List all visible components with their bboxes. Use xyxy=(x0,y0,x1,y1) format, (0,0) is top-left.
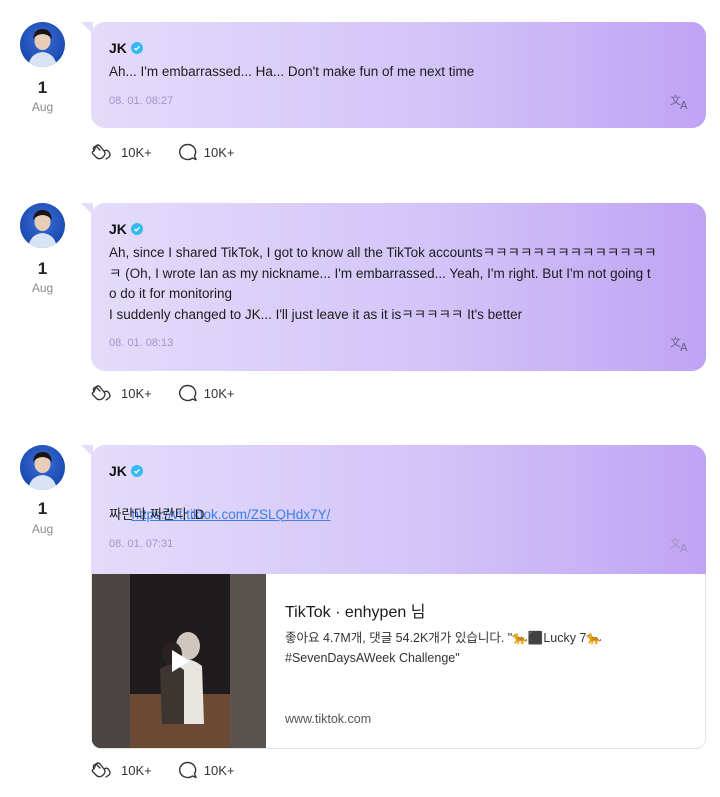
author-name[interactable]: JK xyxy=(109,40,143,56)
post-date-month: Aug xyxy=(31,281,54,295)
card-title: TikTok · enhypen 님 xyxy=(285,604,426,621)
translate-icon[interactable]: 文 A xyxy=(670,334,692,352)
author-label: JK xyxy=(109,221,127,237)
comment-count: 10K+ xyxy=(203,385,235,401)
comment-button[interactable]: 10K+ xyxy=(178,761,235,779)
avatar[interactable] xyxy=(20,445,65,490)
post-date-day: 1 xyxy=(37,499,48,518)
post-3: 1 Aug JK https://vt.tiktok.com/ZSLQHdx7Y… xyxy=(0,445,720,790)
like-button[interactable]: 10K+ xyxy=(91,384,152,402)
card-description: 좋아요 4.7M개, 댓글 54.2K개가 있습니다. "🐆⬛Lucky 7🐆 … xyxy=(285,631,602,665)
post-1: 1 Aug JK Ah... I'm embarrassed... Ha... … xyxy=(0,22,720,172)
translate-icon[interactable]: 文 A xyxy=(670,535,692,553)
message-text: 짜란다 짜란다 :D xyxy=(109,507,205,522)
like-button[interactable]: 10K+ xyxy=(91,143,152,161)
post-date-month: Aug xyxy=(31,100,54,114)
comment-count: 10K+ xyxy=(203,762,235,778)
svg-text:A: A xyxy=(680,542,688,553)
video-thumbnail[interactable] xyxy=(92,574,266,748)
author-name[interactable]: JK xyxy=(109,221,143,237)
message-bubble: JK https://vt.tiktok.com/ZSLQHdx7Y/ 짜란다 … xyxy=(81,445,706,574)
message-bubble: JK Ah... I'm embarrassed... Ha... Don't … xyxy=(81,22,706,128)
comment-button[interactable]: 10K+ xyxy=(178,384,235,402)
like-count: 10K+ xyxy=(121,385,152,401)
like-button[interactable]: 10K+ xyxy=(91,761,152,779)
card-url: www.tiktok.com xyxy=(285,712,372,726)
svg-text:A: A xyxy=(680,99,688,110)
speech-bubble-icon xyxy=(178,761,197,779)
comment-count: 10K+ xyxy=(203,144,235,160)
post-date-day: 1 xyxy=(37,259,48,278)
like-count: 10K+ xyxy=(121,144,152,160)
avatar[interactable] xyxy=(20,203,65,248)
heart-hands-icon xyxy=(91,144,111,160)
message-bubble: JK Ah, since I shared TikTok, I got to k… xyxy=(81,203,706,371)
post-2: 1 Aug JK Ah, since I shared TikTok, I go… xyxy=(0,203,720,408)
message-text: Ah, since I shared TikTok, I got to know… xyxy=(109,245,657,322)
timestamp: 08. 01. 08:13 xyxy=(109,337,174,349)
post-actions: 10K+ 10K+ xyxy=(91,143,234,161)
post-date-month: Aug xyxy=(31,522,54,536)
heart-hands-icon xyxy=(91,762,111,778)
link-preview-card[interactable]: TikTok · enhypen 님 좋아요 4.7M개, 댓글 54.2K개가… xyxy=(91,574,706,749)
verified-badge-icon xyxy=(130,42,143,54)
author-name[interactable]: JK xyxy=(109,463,143,479)
avatar[interactable] xyxy=(20,22,65,67)
timestamp: 08. 01. 07:31 xyxy=(109,538,174,550)
post-actions: 10K+ 10K+ xyxy=(91,761,234,779)
timestamp: 08. 01. 08:27 xyxy=(109,95,174,107)
author-label: JK xyxy=(109,40,127,56)
comment-button[interactable]: 10K+ xyxy=(178,143,235,161)
speech-bubble-icon xyxy=(178,384,197,402)
verified-badge-icon xyxy=(130,465,143,477)
post-actions: 10K+ 10K+ xyxy=(91,384,234,402)
like-count: 10K+ xyxy=(121,762,152,778)
play-icon[interactable] xyxy=(164,646,194,676)
heart-hands-icon xyxy=(91,385,111,401)
translate-icon[interactable]: 文 A xyxy=(670,92,692,110)
verified-badge-icon xyxy=(130,223,143,235)
post-date-day: 1 xyxy=(37,78,48,97)
svg-text:A: A xyxy=(680,341,688,352)
speech-bubble-icon xyxy=(178,143,197,161)
author-label: JK xyxy=(109,463,127,479)
message-text: Ah... I'm embarrassed... Ha... Don't mak… xyxy=(109,64,475,79)
